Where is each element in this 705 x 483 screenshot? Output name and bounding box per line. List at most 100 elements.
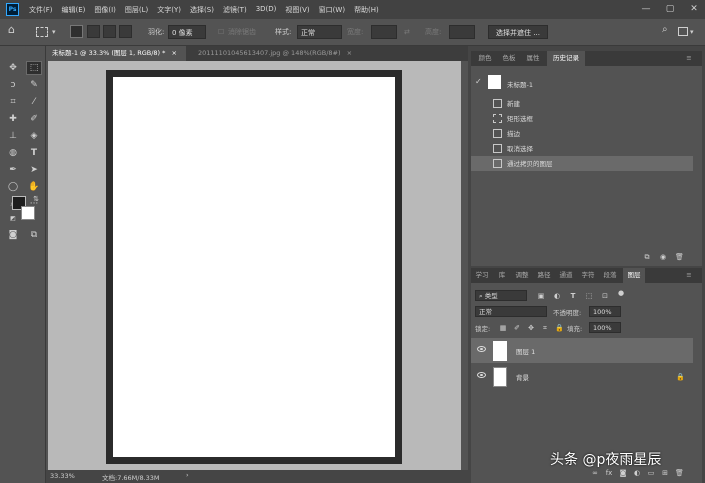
menu-3d[interactable]: 3D(D) (256, 5, 277, 15)
style-select[interactable]: 正常 (297, 25, 342, 39)
tab-color[interactable]: 颜色 (475, 51, 495, 66)
pen-tool-icon[interactable]: ✒ (5, 163, 21, 177)
clone-stamp-tool-icon[interactable]: ⊥ (5, 129, 21, 143)
menu-select[interactable]: 选择(S) (190, 5, 214, 15)
status-menu-arrow[interactable]: › (186, 471, 189, 479)
tab-character[interactable]: 字符 (579, 268, 597, 283)
history-snapshot[interactable]: ✓ 未标题-1 (471, 72, 693, 92)
blend-mode-select[interactable]: 正常 (475, 306, 547, 317)
filter-toggle-icon[interactable]: ● (617, 289, 625, 297)
select-and-mask-button[interactable]: 选择并遮住 ... (488, 25, 548, 39)
eyedropper-tool-icon[interactable]: ⁄ (26, 95, 42, 109)
layer-row-selected[interactable]: 图层 1 (471, 338, 693, 363)
close-icon[interactable]: × (347, 49, 352, 57)
add-selection-icon[interactable] (87, 25, 100, 38)
adjustment-layer-icon[interactable]: ◐ (633, 469, 641, 477)
eye-icon[interactable] (477, 346, 486, 352)
close-icon[interactable]: × (171, 49, 176, 57)
chevron-down-icon[interactable]: ▾ (52, 25, 56, 39)
tab-libraries[interactable]: 库 (495, 268, 509, 283)
workspace-icon[interactable] (678, 27, 688, 36)
history-item[interactable]: 矩形选框 (471, 111, 693, 126)
swap-icon[interactable]: ⇄ (404, 25, 410, 39)
filter-shape-icon[interactable]: ⬚ (585, 292, 593, 300)
history-item[interactable]: 新建 (471, 96, 693, 111)
add-mask-icon[interactable]: ◙ (619, 469, 627, 477)
lock-all-icon[interactable]: 🔒 (555, 324, 564, 332)
eye-icon[interactable] (477, 372, 486, 378)
zoom-level[interactable]: 33.33% (50, 472, 75, 480)
menu-window[interactable]: 窗口(W) (319, 5, 345, 15)
quick-select-tool-icon[interactable]: ✎ (26, 78, 42, 92)
tab-paths[interactable]: 路径 (535, 268, 553, 283)
antialias-checkbox[interactable]: ☐ (218, 25, 224, 39)
lock-transparent-icon[interactable]: ▦ (499, 324, 507, 332)
subtract-selection-icon[interactable] (103, 25, 116, 38)
marquee-preset-icon[interactable] (36, 27, 48, 37)
brush-tool-icon[interactable]: ✐ (26, 112, 42, 126)
path-select-tool-icon[interactable]: ➤ (26, 163, 42, 177)
panel-menu-icon[interactable]: ≡ (681, 268, 697, 283)
layer-style-icon[interactable]: fx (605, 469, 613, 477)
new-layer-icon[interactable]: ⊞ (661, 469, 669, 477)
camera-icon[interactable]: ◉ (659, 253, 667, 261)
lock-position-icon[interactable]: ✥ (527, 324, 535, 332)
tab-layers[interactable]: 图层 (623, 268, 645, 283)
gradient-tool-icon[interactable]: ◍ (5, 146, 21, 160)
link-layers-icon[interactable]: ∞ (591, 469, 599, 477)
swap-colors-icon[interactable]: ⇅ (28, 192, 44, 206)
menu-edit[interactable]: 编辑(E) (62, 5, 86, 15)
panel-menu-icon[interactable]: ≡ (681, 51, 697, 66)
opacity-input[interactable]: 100% (589, 306, 621, 317)
filter-adjustment-icon[interactable]: ◐ (553, 292, 561, 300)
filter-type-icon[interactable]: T (569, 292, 577, 300)
new-document-from-state-icon[interactable]: ⧉ (643, 253, 651, 261)
fill-input[interactable]: 100% (589, 322, 621, 333)
lock-pixels-icon[interactable]: ✐ (513, 324, 521, 332)
tab-history[interactable]: 历史记录 (547, 51, 585, 66)
marquee-tool-icon[interactable]: ⬚ (26, 61, 42, 75)
crop-tool-icon[interactable]: ⌗ (5, 95, 21, 109)
move-tool-icon[interactable]: ✥ (5, 61, 21, 75)
eraser-tool-icon[interactable]: ◈ (26, 129, 42, 143)
tab-channels[interactable]: 通道 (557, 268, 575, 283)
default-colors-icon[interactable]: ◩ (5, 212, 21, 226)
menu-file[interactable]: 文件(F) (29, 5, 53, 15)
layer-name[interactable]: 图层 1 (516, 346, 535, 356)
minimize-button[interactable]: — (639, 3, 653, 15)
layer-name[interactable]: 背景 (516, 372, 529, 382)
doc-tab-inactive[interactable]: 20111101045613407.jpg @ 148%(RGB/8#) × (192, 46, 372, 61)
layer-filter-select[interactable]: ⌕ 类型 (475, 290, 527, 301)
menu-image[interactable]: 图像(I) (94, 5, 116, 15)
trash-icon[interactable]: 🗑 (675, 253, 684, 261)
tab-adjustments[interactable]: 调整 (513, 268, 531, 283)
search-icon[interactable]: ⌕ (662, 23, 668, 37)
quick-mask-icon[interactable]: ◙ (5, 228, 21, 242)
height-input[interactable] (449, 25, 475, 39)
menu-help[interactable]: 帮助(H) (354, 5, 379, 15)
menu-layer[interactable]: 图层(L) (125, 5, 148, 15)
filter-smart-object-icon[interactable]: ⊡ (601, 292, 609, 300)
tab-properties[interactable]: 属性 (523, 51, 543, 66)
width-input[interactable] (371, 25, 397, 39)
home-icon[interactable]: ⌂ (8, 23, 15, 37)
background-color-swatch[interactable] (21, 206, 35, 220)
lasso-tool-icon[interactable]: ↄ (5, 78, 21, 92)
intersect-selection-icon[interactable] (119, 25, 132, 38)
feather-input[interactable]: 0 像素 (168, 25, 206, 39)
tab-learn[interactable]: 学习 (473, 268, 491, 283)
filter-pixel-icon[interactable]: ▣ (537, 292, 545, 300)
layer-row[interactable]: 背景 🔒 (471, 364, 693, 389)
chevron-down-icon[interactable]: ▾ (690, 25, 694, 39)
menu-type[interactable]: 文字(Y) (157, 5, 181, 15)
history-item[interactable]: 描边 (471, 126, 693, 141)
trash-icon[interactable]: 🗑 (675, 469, 684, 477)
doc-tab-active[interactable]: 未标题-1 @ 33.3% (图层 1, RGB/8) * × (46, 46, 186, 61)
history-item-selected[interactable]: 通过拷贝的图层 (471, 156, 693, 171)
menu-filter[interactable]: 滤镜(T) (223, 5, 247, 15)
history-item[interactable]: 取消选择 (471, 141, 693, 156)
document-canvas[interactable] (113, 77, 395, 457)
new-group-icon[interactable]: ▭ (647, 469, 655, 477)
tab-swatches[interactable]: 色板 (499, 51, 519, 66)
healing-brush-tool-icon[interactable]: ✚ (5, 112, 21, 126)
